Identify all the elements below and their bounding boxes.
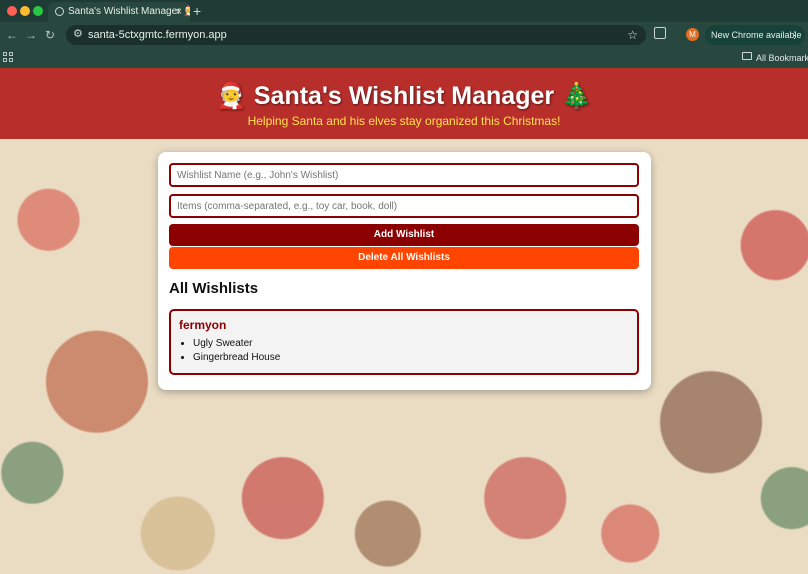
- page-subtitle: Helping Santa and his elves stay organiz…: [247, 114, 561, 128]
- apps-grid-icon[interactable]: [3, 52, 14, 63]
- site-info-icon[interactable]: ⚙: [73, 27, 83, 40]
- address-bar[interactable]: ⚙ santa-5ctxgmtc.fermyon.app ☆: [66, 25, 646, 45]
- wishlist-items: Ugly Sweater Gingerbread House: [179, 337, 280, 365]
- wishlist-card: fermyon Ugly Sweater Gingerbread House: [169, 309, 639, 375]
- browser-tab-bar: Santa's Wishlist Manager 🧑‍🎄 × +: [0, 0, 808, 22]
- chrome-update-label: New Chrome available: [711, 30, 802, 40]
- reload-icon[interactable]: ↻: [45, 27, 55, 43]
- chrome-update-button[interactable]: New Chrome available ⋮: [705, 25, 805, 45]
- add-wishlist-button[interactable]: Add Wishlist: [169, 224, 639, 246]
- wishlists-heading: All Wishlists: [169, 280, 259, 297]
- delete-all-wishlists-button[interactable]: Delete All Wishlists: [169, 247, 639, 269]
- tab-title: Santa's Wishlist Manager 🧑‍🎄: [68, 6, 190, 17]
- browser-tab[interactable]: Santa's Wishlist Manager 🧑‍🎄 ×: [48, 2, 190, 22]
- page-body: 🧑‍🎄 Santa's Wishlist Manager 🎄 Helping S…: [0, 68, 808, 574]
- back-arrow-icon[interactable]: ←: [6, 27, 18, 43]
- chrome-menu-icon[interactable]: ⋮: [790, 25, 799, 45]
- browser-toolbar: ← → ↻ ⚙ santa-5ctxgmtc.fermyon.app ☆ M N…: [0, 22, 808, 48]
- window-close-button[interactable]: [7, 6, 17, 16]
- window-minimize-button[interactable]: [20, 6, 30, 16]
- tab-close-icon[interactable]: ×: [176, 2, 182, 22]
- bookmarks-bar: All Bookmarks: [0, 48, 808, 68]
- wishlist-items-input[interactable]: [169, 194, 639, 218]
- all-bookmarks-link[interactable]: All Bookmarks: [756, 48, 808, 68]
- header-banner: 🧑‍🎄 Santa's Wishlist Manager 🎄 Helping S…: [0, 68, 808, 139]
- new-tab-icon[interactable]: +: [193, 2, 201, 20]
- window-maximize-button[interactable]: [33, 6, 43, 16]
- bookmark-star-icon[interactable]: ☆: [627, 25, 638, 45]
- tab-favicon-icon: [55, 7, 64, 16]
- folder-icon: [742, 52, 752, 60]
- list-item: Gingerbread House: [193, 351, 280, 365]
- list-item: Ugly Sweater: [193, 337, 280, 351]
- extensions-icon[interactable]: [654, 27, 666, 39]
- address-url: santa-5ctxgmtc.fermyon.app: [88, 29, 227, 41]
- page-title: 🧑‍🎄 Santa's Wishlist Manager 🎄: [215, 82, 593, 110]
- wishlist-name-input[interactable]: [169, 163, 639, 187]
- forward-arrow-icon[interactable]: →: [25, 27, 37, 43]
- wishlist-panel: Add Wishlist Delete All Wishlists All Wi…: [158, 152, 651, 390]
- wishlist-name: fermyon: [179, 318, 227, 332]
- profile-avatar[interactable]: M: [686, 28, 699, 41]
